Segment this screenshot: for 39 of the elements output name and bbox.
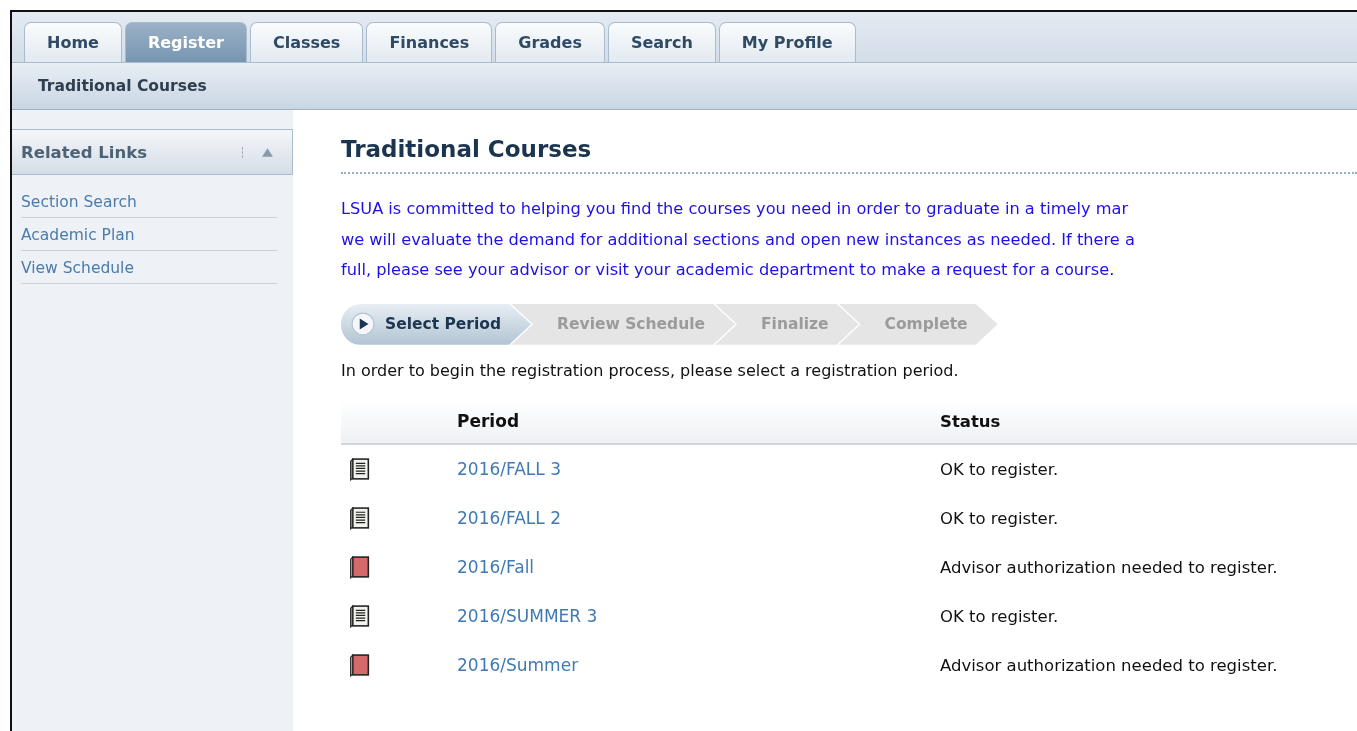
nav-tab[interactable]: Finances: [366, 22, 493, 62]
closed-book-icon: [349, 554, 371, 580]
closed-book-icon: [349, 652, 371, 678]
open-book-icon: [349, 456, 371, 482]
intro-text: full, please see your advisor or visit your academic department to make a request for a course.: [341, 259, 1116, 282]
open-book-icon: [349, 603, 371, 629]
nav-tab[interactable]: Register: [124, 22, 247, 62]
subnav-link[interactable]: Traditional Courses: [38, 77, 207, 95]
sidebar-title: Related Links: [21, 142, 148, 162]
period-link[interactable]: 2016/Summer: [457, 655, 940, 676]
status-text: OK to register.: [940, 606, 1059, 626]
status-text: OK to register.: [940, 508, 1059, 528]
status-text: Advisor authorization needed to register.: [940, 655, 1278, 675]
period-link[interactable]: 2016/Fall: [457, 557, 940, 578]
nav-tab[interactable]: Home: [24, 22, 122, 62]
sidebar-link[interactable]: Academic Plan: [21, 218, 277, 251]
column-header: Status: [940, 411, 1001, 431]
open-book-icon: [349, 505, 371, 531]
period-link[interactable]: 2016/SUMMER 3: [457, 606, 940, 627]
period-link[interactable]: 2016/FALL 2: [457, 508, 940, 529]
wizard-step: Review Schedule: [511, 303, 736, 345]
sidebar-link[interactable]: Section Search: [21, 185, 277, 218]
play-icon: [351, 312, 375, 337]
nav-tab[interactable]: Classes: [249, 22, 364, 62]
nav-tab[interactable]: Search: [607, 22, 716, 62]
column-header: Period: [457, 411, 521, 432]
collapse-icon[interactable]: [242, 146, 274, 158]
intro-text: LSUA is committed to helping you find the courses you need in order to graduate in a timely mar: [341, 198, 1130, 220]
nav-tab[interactable]: Grades: [495, 22, 605, 62]
intro-text: we will evaluate the demand for additional sections and open new instances as needed. If there a: [341, 228, 1136, 251]
page-title: Traditional Courses: [341, 136, 1357, 174]
sidebar-link[interactable]: View Schedule: [21, 251, 277, 284]
status-text: Advisor authorization needed to register.: [940, 557, 1278, 577]
instruction-text: In order to begin the registration process, please select a registration period.: [341, 360, 960, 380]
period-link[interactable]: 2016/FALL 3: [457, 459, 940, 480]
nav-tab[interactable]: My Profile: [718, 22, 856, 62]
status-text: OK to register.: [940, 459, 1059, 479]
wizard-step: Select Period: [341, 303, 532, 345]
wizard-step: Complete: [838, 303, 998, 345]
